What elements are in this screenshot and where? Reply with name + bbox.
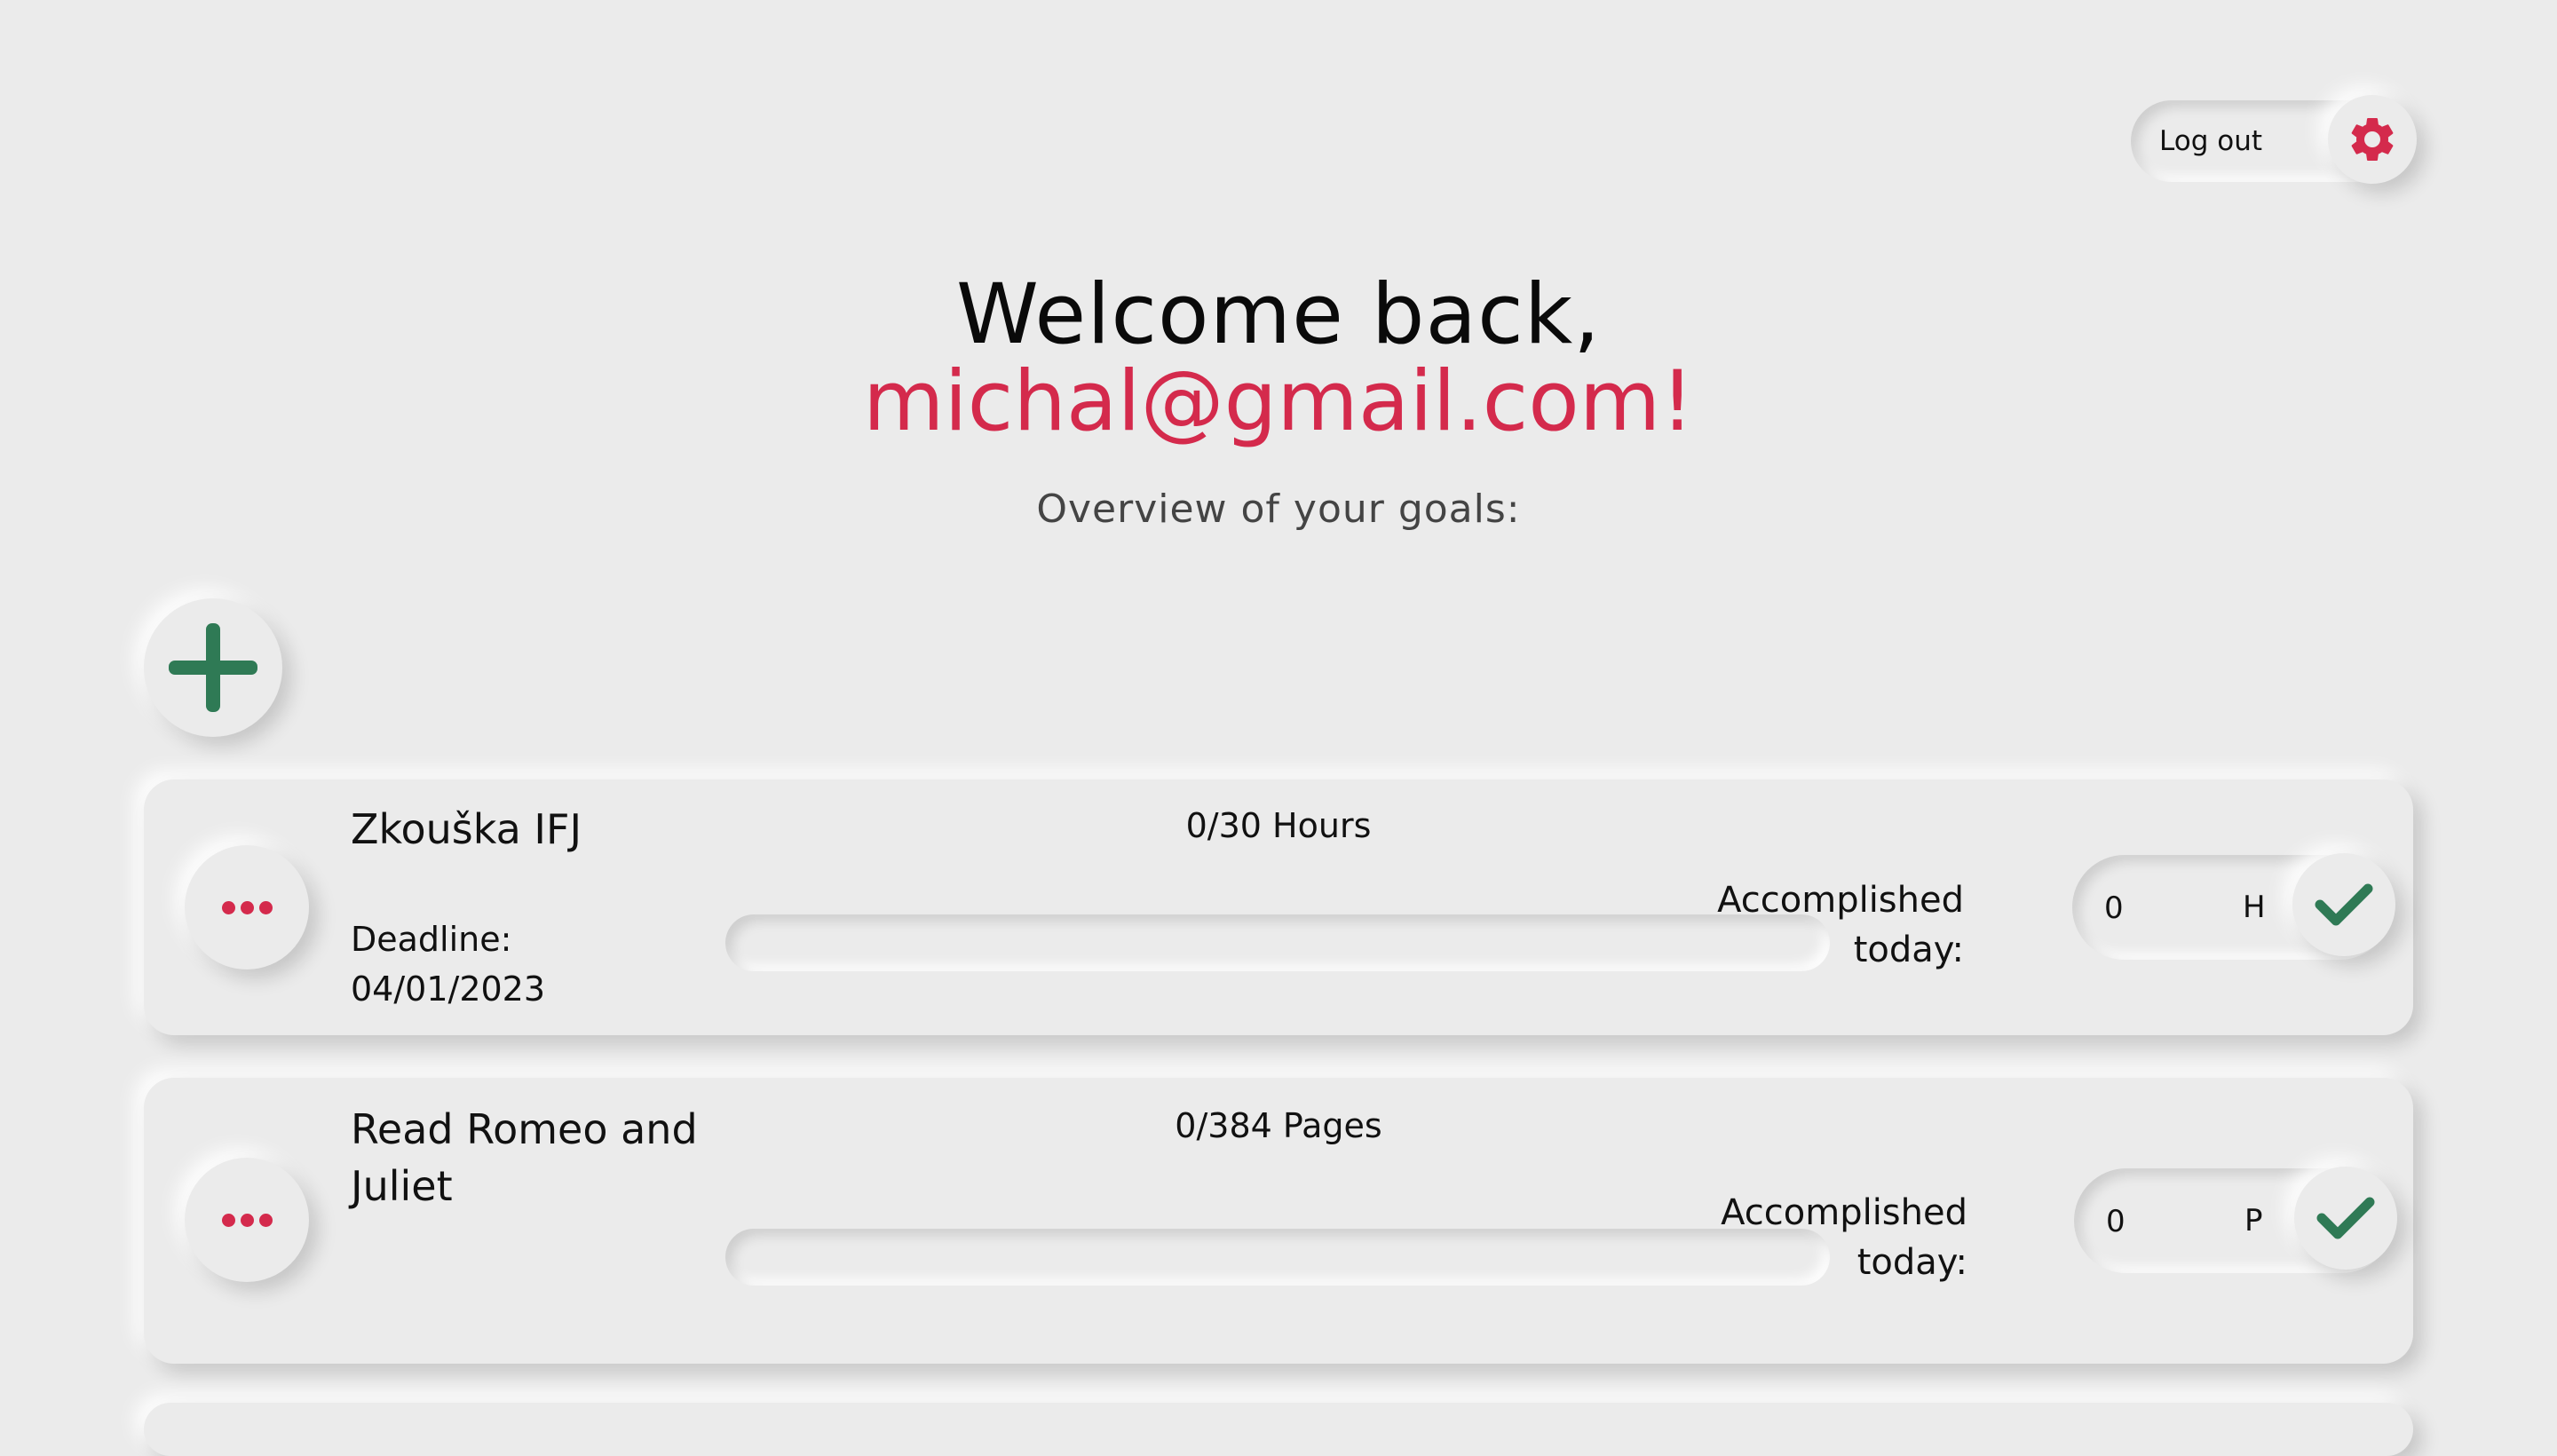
goal-card: Read Romeo and Juliet 0/384 Pages Accomp… (144, 1078, 2413, 1364)
goal-progress-text: 0/30 Hours (1185, 806, 1372, 845)
accomplished-line1: Accomplished (1717, 880, 1964, 921)
check-icon (2316, 1197, 2375, 1239)
logout-button[interactable]: Log out (2159, 100, 2262, 182)
accomplished-today-label: Accomplished today: (1698, 875, 1964, 975)
goal-deadline: Deadline: 04/01/2023 (351, 914, 545, 1014)
more-dots-icon (221, 900, 273, 914)
today-amount-input[interactable] (2104, 1168, 2214, 1275)
more-dots-icon (221, 1213, 273, 1227)
accomplished-line2: today: (1853, 930, 1964, 970)
today-amount-control: P (2074, 1167, 2397, 1275)
add-goal-button[interactable] (144, 598, 282, 737)
goal-progress-bar (725, 914, 1830, 971)
check-icon (2315, 883, 2373, 926)
accomplished-line2: today: (1856, 1242, 1967, 1283)
goal-options-button[interactable] (185, 1158, 309, 1282)
gear-icon (2351, 117, 2394, 161)
goal-card: Zkouška IFJ Deadline: 04/01/2023 0/30 Ho… (144, 779, 2413, 1035)
unit-label: H (2243, 890, 2266, 925)
unit-label: P (2244, 1203, 2263, 1238)
account-controls: Log out (2131, 95, 2417, 184)
goal-options-button[interactable] (185, 845, 309, 969)
confirm-button[interactable] (2292, 853, 2395, 956)
accomplished-line1: Accomplished (1721, 1192, 1967, 1233)
goal-progress-text: 0/384 Pages (1175, 1106, 1382, 1145)
today-amount-control: H (2072, 853, 2395, 961)
goal-card (144, 1403, 2413, 1456)
confirm-button[interactable] (2294, 1167, 2397, 1270)
welcome-heading: Welcome back, (955, 266, 1602, 363)
overview-subtitle: Overview of your goals: (1036, 487, 1521, 532)
settings-button[interactable] (2328, 95, 2417, 184)
today-amount-input[interactable] (2102, 855, 2213, 961)
goal-progress-bar (725, 1229, 1830, 1286)
user-email: michal@gmail.com! (862, 353, 1695, 450)
plus-icon (169, 623, 257, 712)
accomplished-today-label: Accomplished today: (1701, 1188, 1967, 1287)
deadline-date: 04/01/2023 (351, 969, 546, 1009)
deadline-label: Deadline: (351, 920, 512, 959)
